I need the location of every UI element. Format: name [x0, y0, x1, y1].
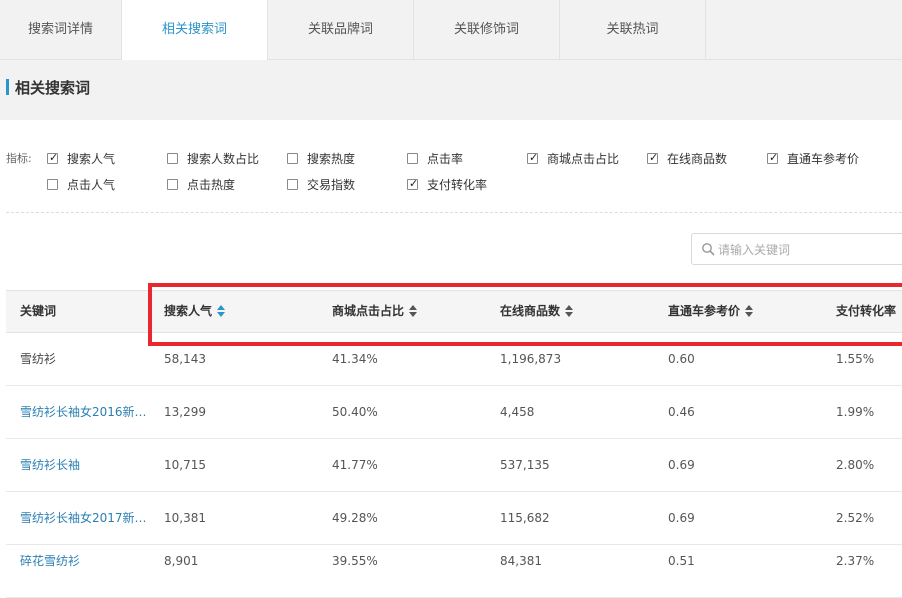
- indicator-label: 商城点击占比: [547, 152, 620, 166]
- ad-ref-price-cell: 0.46: [668, 405, 695, 419]
- sort-icon[interactable]: [565, 304, 574, 317]
- section-title: 相关搜索词: [15, 79, 91, 97]
- column-header-label: 直通车参考价: [668, 304, 741, 318]
- table-row: 雪纺衫长袖 10,715 41.77% 537,135 0.69 2.80%: [6, 439, 902, 492]
- checkbox-icon[interactable]: [287, 179, 298, 190]
- search-popularity-cell: 58,143: [164, 352, 206, 366]
- checkbox-icon[interactable]: ✓: [647, 151, 659, 164]
- indicator-label: 搜索人气: [67, 152, 116, 166]
- checkbox-icon[interactable]: [287, 153, 298, 164]
- check-icon: ✓: [529, 151, 539, 164]
- column-header-label: 在线商品数: [500, 304, 561, 318]
- check-icon: ✓: [649, 151, 659, 164]
- ad-ref-price-cell: 0.69: [668, 458, 695, 472]
- column-header-label: 支付转化率: [836, 304, 897, 318]
- check-icon: ✓: [409, 177, 419, 190]
- indicator-label: 直通车参考价: [787, 152, 860, 166]
- checkbox-icon[interactable]: [167, 153, 178, 164]
- sort-icon[interactable]: [745, 304, 754, 317]
- indicator-label: 搜索热度: [307, 152, 356, 166]
- keyword-link[interactable]: 碎花雪纺衫: [20, 535, 155, 587]
- indicator-label: 点击人气: [67, 178, 116, 192]
- sort-icon[interactable]: [217, 304, 226, 317]
- tab-search-term-detail[interactable]: 搜索词详情: [0, 0, 122, 59]
- column-header-label: 关键词: [20, 304, 57, 318]
- column-header-label: 搜索人气: [164, 304, 213, 318]
- tab-label: 相关搜索词: [161, 22, 227, 37]
- ad-ref-price-cell: 0.51: [668, 554, 695, 568]
- column-header-ad-ref-price[interactable]: 直通车参考价: [668, 291, 754, 332]
- keyword-search-box[interactable]: [691, 233, 902, 265]
- indicator-label: 交易指数: [307, 178, 356, 192]
- mall-click-share-cell: 39.55%: [332, 554, 378, 568]
- tab-related-hot-terms[interactable]: 关联热词: [560, 0, 706, 59]
- column-header-mall-click-share[interactable]: 商城点击占比: [332, 291, 418, 332]
- tab-related-search-terms[interactable]: 相关搜索词: [121, 0, 268, 60]
- sort-icon[interactable]: [409, 304, 418, 317]
- mall-click-share-cell: 50.40%: [332, 405, 378, 419]
- mall-click-share-cell: 41.77%: [332, 458, 378, 472]
- tab-label: 关联修饰词: [453, 22, 519, 37]
- checkbox-icon[interactable]: [407, 153, 418, 164]
- column-header-keyword: 关键词: [20, 291, 56, 332]
- checkbox-icon[interactable]: ✓: [407, 177, 419, 190]
- table-row: 雪纺衫长袖女2016新款… 13,299 50.40% 4,458 0.46 1…: [6, 386, 902, 439]
- payment-conversion-cell: 1.55%: [836, 352, 875, 366]
- checkbox-icon[interactable]: ✓: [767, 151, 779, 164]
- table-header: 关键词 搜索人气 商城点击占比 在线商品数 直通车参考价 支付转化率: [6, 290, 902, 333]
- tab-bar: 搜索词详情 相关搜索词 关联品牌词 关联修饰词 关联热词: [0, 0, 902, 60]
- search-input[interactable]: [716, 239, 900, 261]
- mall-click-share-cell: 41.34%: [332, 352, 378, 366]
- keyword-link[interactable]: 雪纺衫长袖: [20, 439, 155, 491]
- indicator-label: 在线商品数: [667, 152, 728, 166]
- online-products-cell: 1,196,873: [500, 352, 562, 366]
- section-header: 相关搜索词: [0, 60, 902, 120]
- search-icon: [702, 243, 715, 256]
- payment-conversion-cell: 2.80%: [836, 458, 875, 472]
- checkbox-icon[interactable]: [47, 179, 58, 190]
- checkbox-icon[interactable]: ✓: [527, 151, 539, 164]
- tab-label: 关联热词: [606, 22, 659, 37]
- online-products-cell: 4,458: [500, 405, 535, 419]
- keyword-cell: 雪纺衫: [20, 352, 57, 366]
- check-icon: ✓: [769, 151, 779, 164]
- column-header-label: 商城点击占比: [332, 304, 405, 318]
- tab-label: 搜索词详情: [27, 22, 93, 37]
- checkbox-icon[interactable]: [167, 179, 178, 190]
- search-popularity-cell: 10,715: [164, 458, 206, 472]
- payment-conversion-cell: 1.99%: [836, 405, 875, 419]
- check-icon: ✓: [49, 151, 59, 164]
- tab-related-brand-terms[interactable]: 关联品牌词: [268, 0, 414, 59]
- section-accent-bar: [6, 79, 9, 95]
- indicator-label: 搜索人数占比: [187, 152, 260, 166]
- keyword-link[interactable]: 雪纺衫长袖女2016新款…: [20, 386, 155, 438]
- indicator-label: 点击率: [427, 152, 464, 166]
- column-header-search-popularity[interactable]: 搜索人气: [164, 291, 226, 332]
- online-products-cell: 84,381: [500, 554, 542, 568]
- column-header-online-products[interactable]: 在线商品数: [500, 291, 574, 332]
- indicator-label: 支付转化率: [427, 178, 488, 192]
- column-header-payment-conversion[interactable]: 支付转化率: [836, 291, 896, 332]
- search-popularity-cell: 8,901: [164, 554, 199, 568]
- indicator-label: 点击热度: [187, 178, 236, 192]
- tab-label: 关联品牌词: [307, 22, 373, 37]
- dashed-divider: [6, 212, 902, 213]
- table-row: 雪纺衫 58,143 41.34% 1,196,873 0.60 1.55%: [6, 333, 902, 386]
- search-popularity-cell: 13,299: [164, 405, 206, 419]
- tab-related-modifier-terms[interactable]: 关联修饰词: [414, 0, 560, 59]
- ad-ref-price-cell: 0.60: [668, 352, 695, 366]
- checkbox-icon[interactable]: ✓: [47, 151, 59, 164]
- online-products-cell: 537,135: [500, 458, 550, 472]
- payment-conversion-cell: 2.37%: [836, 554, 875, 568]
- indicators-label: 指标:: [6, 152, 32, 165]
